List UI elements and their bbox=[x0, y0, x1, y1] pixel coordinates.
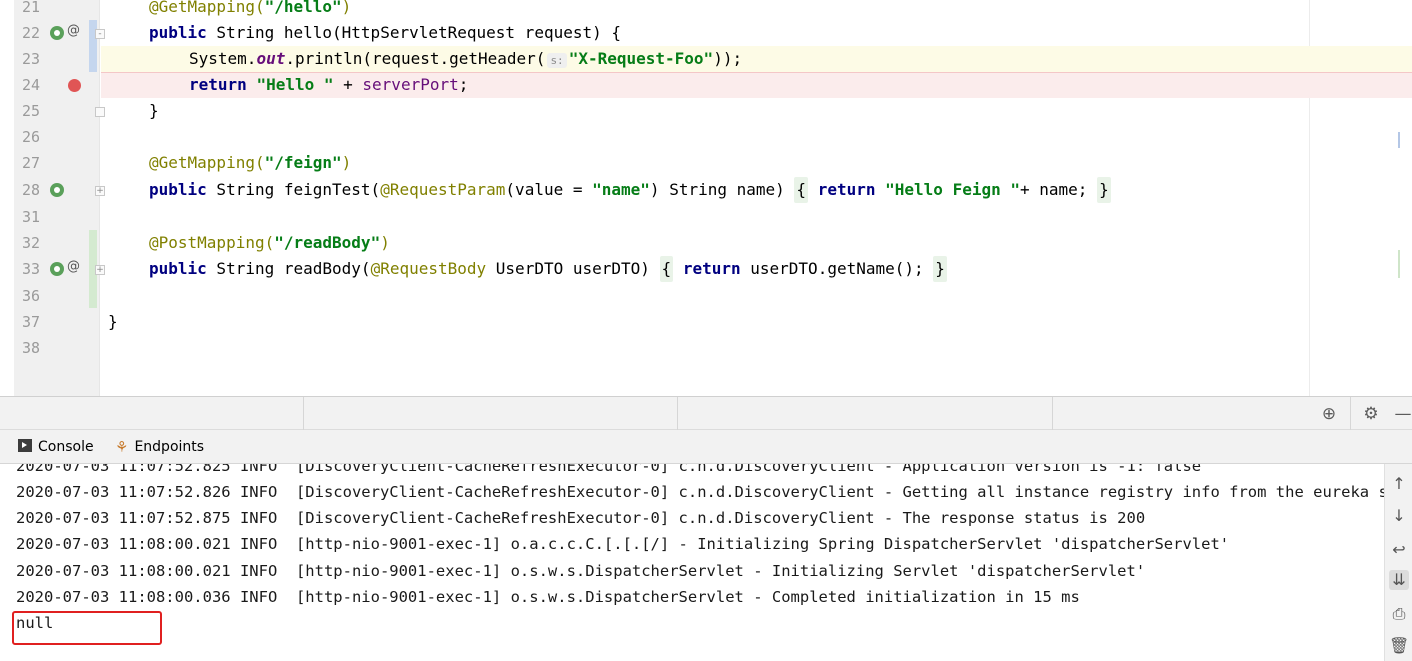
code-line: 21 @GetMapping("/hello") bbox=[0, 0, 1412, 20]
parameter-hint: s: bbox=[547, 53, 567, 68]
code-line: 36 bbox=[0, 283, 1412, 309]
code-line: 28 + public String feignTest(@RequestPar… bbox=[0, 177, 1412, 203]
down-arrow-icon[interactable]: ↓ bbox=[1389, 506, 1409, 526]
crosshair-icon[interactable]: ⊕ bbox=[1318, 403, 1340, 425]
code-line: 27 @GetMapping("/feign") bbox=[0, 150, 1412, 176]
console-output[interactable]: 2020-07-03 11:07:52.825 INFO [DiscoveryC… bbox=[0, 464, 1384, 661]
request-mapping-icon[interactable]: @ bbox=[67, 259, 80, 274]
scroll-to-end-icon[interactable]: ⇊ bbox=[1389, 570, 1409, 590]
spring-bean-icon[interactable] bbox=[50, 26, 64, 40]
fold-icon[interactable]: + bbox=[95, 186, 105, 196]
header-divider bbox=[1052, 397, 1053, 430]
folded-brace: } bbox=[933, 256, 947, 282]
line-number: 31 bbox=[21, 208, 40, 226]
line-number: 36 bbox=[21, 287, 40, 305]
code-text: @GetMapping("/feign") bbox=[149, 153, 352, 172]
code-text: public String feignTest(@RequestParam(va… bbox=[149, 177, 1111, 203]
code-text: public String readBody(@RequestBody User… bbox=[149, 256, 947, 282]
header-divider bbox=[1350, 397, 1351, 430]
console-icon bbox=[18, 438, 32, 452]
line-number: 37 bbox=[21, 313, 40, 331]
line-number: 32 bbox=[21, 234, 40, 252]
gear-icon[interactable]: ⚙ bbox=[1360, 403, 1382, 425]
console-toolbar: ↑ ↓ ↩ ⇊ ⎙ 🗑 bbox=[1384, 464, 1412, 661]
fold-end-icon[interactable] bbox=[95, 107, 105, 117]
code-line: 25 } bbox=[0, 98, 1412, 124]
spring-bean-icon[interactable] bbox=[50, 262, 64, 276]
line-number: 22 bbox=[21, 24, 40, 42]
code-text: public String hello(HttpServletRequest r… bbox=[149, 23, 622, 42]
code-line: 24 return "Hello " + serverPort; bbox=[0, 72, 1412, 98]
code-text: @PostMapping("/readBody") bbox=[149, 233, 390, 252]
code-line: 32 @PostMapping("/readBody") bbox=[0, 230, 1412, 256]
code-text: } bbox=[108, 312, 118, 331]
line-number: 33 bbox=[21, 260, 40, 278]
tab-console[interactable]: Console bbox=[18, 430, 94, 464]
request-mapping-icon[interactable]: @ bbox=[67, 23, 80, 38]
console-line: 2020-07-03 11:08:00.036 INFO [http-nio-9… bbox=[16, 588, 1080, 606]
line-number: 38 bbox=[21, 339, 40, 357]
tool-window-tabs: Console ⚘ Endpoints bbox=[0, 430, 1412, 464]
spring-bean-icon[interactable] bbox=[50, 183, 64, 197]
code-line: 33 @ + public String readBody(@RequestBo… bbox=[0, 256, 1412, 282]
code-text: return "Hello " + serverPort; bbox=[189, 75, 469, 94]
fold-icon[interactable]: - bbox=[95, 29, 105, 39]
line-number: 25 bbox=[21, 102, 40, 120]
breakpoint-icon[interactable] bbox=[68, 79, 81, 92]
console-line: 2020-07-03 11:07:52.825 INFO [DiscoveryC… bbox=[16, 464, 1202, 475]
console-line: 2020-07-03 11:07:52.875 INFO [DiscoveryC… bbox=[16, 509, 1146, 527]
code-editor[interactable]: 21 @GetMapping("/hello") 22 @ - public S… bbox=[0, 0, 1412, 396]
code-line: 26 bbox=[0, 124, 1412, 150]
console-line: 2020-07-03 11:08:00.021 INFO [http-nio-9… bbox=[16, 535, 1230, 553]
line-number: 24 bbox=[21, 76, 40, 94]
line-number: 23 bbox=[21, 50, 40, 68]
endpoints-icon: ⚘ bbox=[115, 438, 129, 456]
tool-window-header: ⊕ ⚙ — bbox=[0, 396, 1412, 430]
up-arrow-icon[interactable]: ↑ bbox=[1389, 474, 1409, 494]
line-number: 28 bbox=[21, 181, 40, 199]
code-text: } bbox=[149, 101, 159, 120]
trash-icon[interactable]: 🗑 bbox=[1389, 636, 1409, 656]
soft-wrap-icon[interactable]: ↩ bbox=[1389, 540, 1409, 560]
code-line: 31 bbox=[0, 204, 1412, 230]
line-number: 26 bbox=[21, 128, 40, 146]
header-divider bbox=[303, 397, 304, 430]
folded-brace: { bbox=[794, 177, 809, 203]
folded-brace: { bbox=[659, 256, 674, 282]
code-line: 38 bbox=[0, 335, 1412, 361]
console-line: 2020-07-03 11:07:52.826 INFO [DiscoveryC… bbox=[16, 483, 1384, 501]
code-line: 22 @ - public String hello(HttpServletRe… bbox=[0, 20, 1412, 46]
code-text: System.out.println(request.getHeader(s: "… bbox=[189, 49, 743, 68]
fold-icon[interactable]: + bbox=[95, 265, 105, 275]
code-text: @GetMapping("/hello") bbox=[149, 0, 352, 16]
tab-endpoints[interactable]: ⚘ Endpoints bbox=[115, 430, 204, 464]
highlight-box bbox=[12, 611, 162, 645]
folded-brace: } bbox=[1097, 177, 1111, 203]
code-line: 23 System.out.println(request.getHeader(… bbox=[0, 46, 1412, 72]
line-number: 21 bbox=[21, 0, 40, 16]
minimize-icon[interactable]: — bbox=[1392, 403, 1412, 425]
print-icon[interactable]: ⎙ bbox=[1389, 604, 1409, 624]
line-number: 27 bbox=[21, 154, 40, 172]
header-divider bbox=[677, 397, 678, 430]
code-line: 37 } bbox=[0, 309, 1412, 335]
console-line: 2020-07-03 11:08:00.021 INFO [http-nio-9… bbox=[16, 562, 1146, 580]
